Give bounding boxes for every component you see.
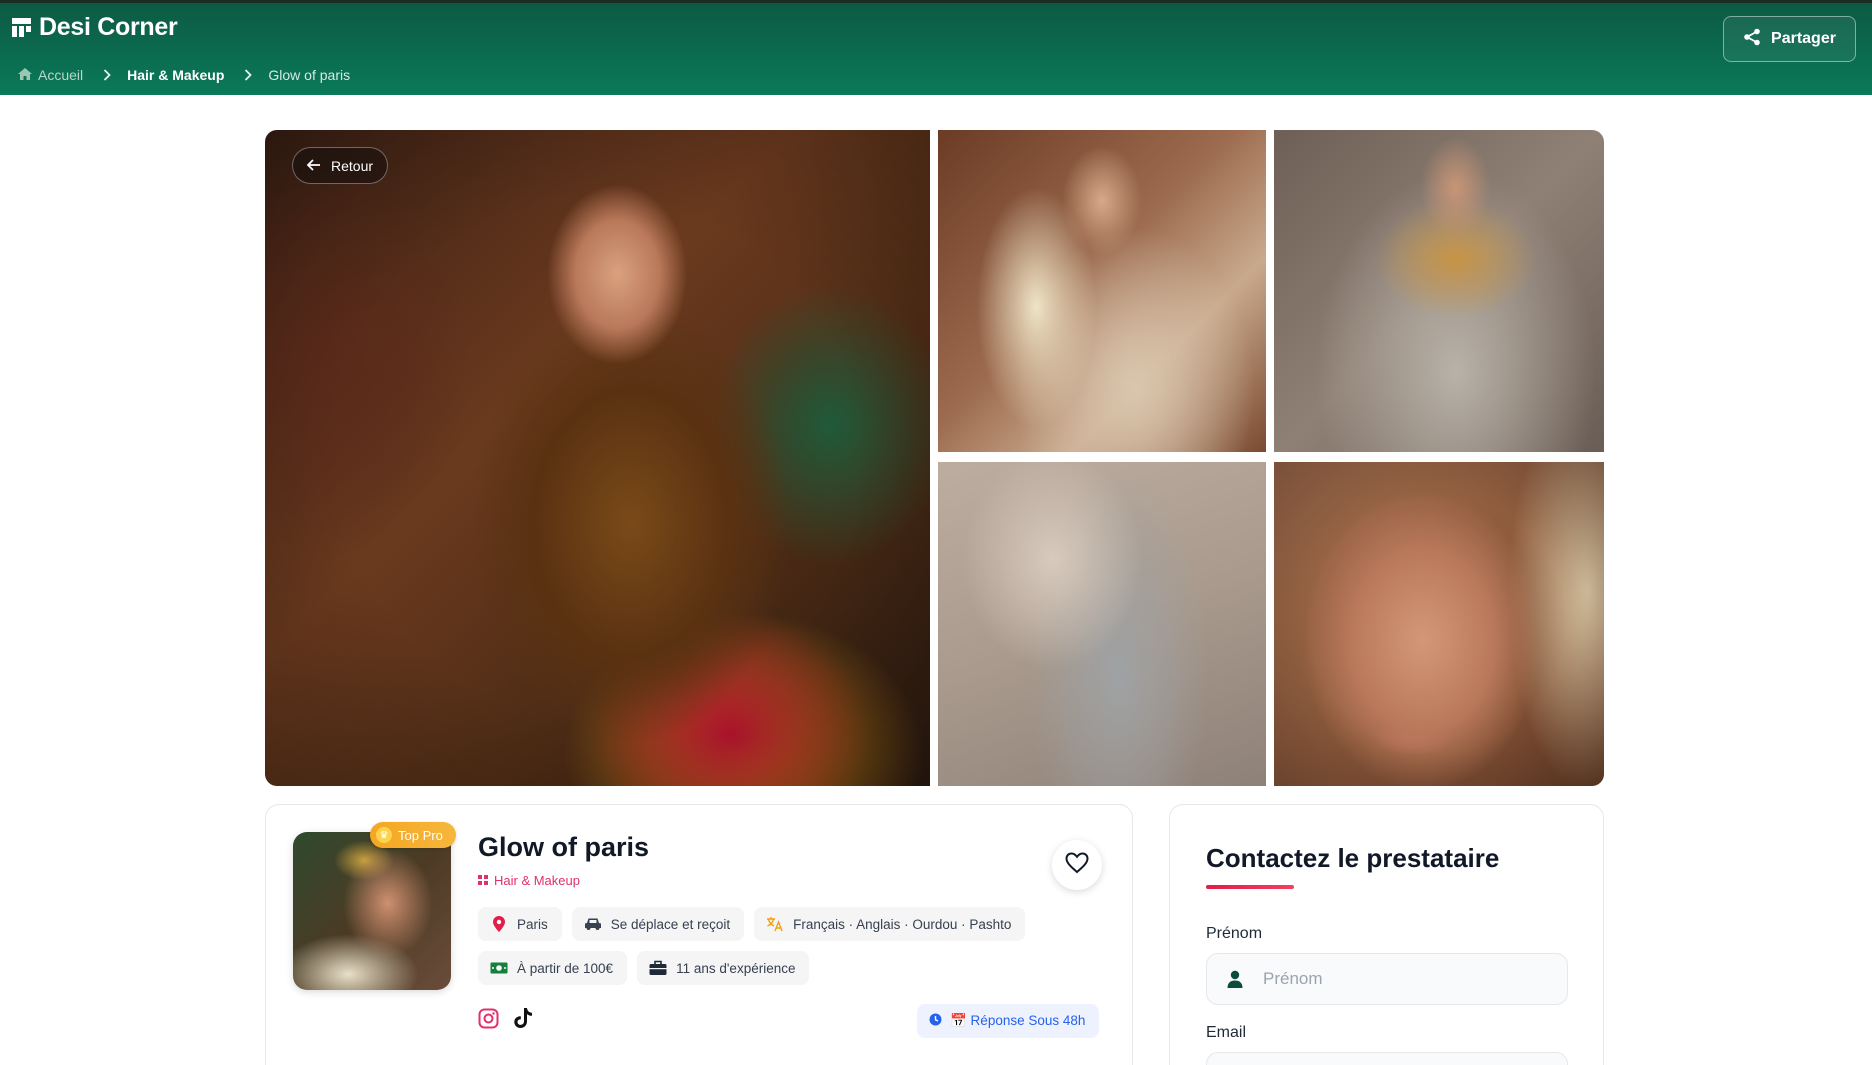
- clock-icon: [929, 1013, 942, 1029]
- travel-chip: Se déplace et reçoit: [571, 907, 745, 941]
- response-time-label: 📅 Réponse Sous 48h: [950, 1013, 1086, 1028]
- first-name-label: Prénom: [1206, 925, 1263, 942]
- heart-icon: [1065, 851, 1089, 879]
- translate-icon: [766, 915, 784, 933]
- vendor-name: Glow of paris: [478, 832, 650, 862]
- share-button[interactable]: Partager: [1723, 16, 1856, 62]
- price-label: À partir de 100€: [517, 960, 614, 976]
- car-icon: [584, 915, 602, 933]
- experience-label: 11 ans d'expérience: [676, 960, 796, 976]
- email-field[interactable]: [1206, 1052, 1568, 1065]
- chevron-right-icon: [103, 69, 111, 81]
- breadcrumb-home-label: Accueil: [38, 67, 84, 83]
- travel-label: Se déplace et reçoit: [610, 916, 731, 932]
- briefcase-icon: [649, 959, 667, 977]
- user-icon: [1225, 969, 1245, 989]
- response-time-badge: 📅 Réponse Sous 48h: [917, 1004, 1100, 1038]
- gallery-photo-5[interactable]: [1274, 462, 1604, 786]
- instagram-icon[interactable]: [478, 1008, 499, 1034]
- back-label: Retour: [331, 157, 374, 174]
- languages-chip: Français · Anglais · Ourdou · Pashto: [754, 907, 1026, 941]
- vendor-category[interactable]: Hair & Makeup: [478, 873, 580, 888]
- back-button[interactable]: Retour: [292, 147, 389, 184]
- contact-title: Contactez le prestataire: [1206, 843, 1500, 873]
- contact-form-card: Contactez le prestataire Prénom Email: [1169, 804, 1604, 1065]
- languages-label: Français · Anglais · Ourdou · Pashto: [793, 916, 1012, 932]
- title-underline: [1206, 885, 1294, 889]
- top-header: Desi Corner Accueil Hair & Makeup Glow o…: [0, 0, 1872, 95]
- map-pin-icon: [490, 915, 508, 933]
- gallery-photo-3[interactable]: [1274, 130, 1604, 452]
- first-name-field[interactable]: [1206, 953, 1568, 1005]
- breadcrumb-category[interactable]: Hair & Makeup: [127, 67, 224, 83]
- location-chip: Paris: [478, 907, 562, 941]
- location-label: Paris: [517, 916, 548, 932]
- vendor-info-chips: Paris Se déplace et reçoit Français · An…: [478, 907, 1098, 985]
- first-name-input[interactable]: [1263, 969, 1543, 989]
- grid-icon: [478, 873, 488, 888]
- gallery-photo-4[interactable]: [938, 462, 1266, 786]
- photo-gallery: Retour: [265, 130, 1604, 786]
- money-icon: [490, 959, 508, 977]
- brand-icon: [12, 18, 31, 37]
- vendor-avatar: [293, 832, 451, 990]
- brand-name: Desi Corner: [39, 13, 178, 41]
- brand-logo[interactable]: Desi Corner: [12, 13, 178, 42]
- top-pro-label: Top Pro: [398, 827, 443, 843]
- gallery-photo-2[interactable]: [938, 130, 1266, 452]
- top-pro-badge: ♛ Top Pro: [370, 822, 456, 848]
- price-chip: À partir de 100€: [478, 951, 628, 985]
- experience-chip: 11 ans d'expérience: [637, 951, 810, 985]
- breadcrumb-home[interactable]: Accueil: [18, 67, 83, 83]
- crown-icon: ♛: [376, 827, 392, 843]
- home-icon: [18, 67, 32, 83]
- email-label: Email: [1206, 1024, 1247, 1041]
- breadcrumb-current: Glow of paris: [268, 67, 351, 83]
- tiktok-icon[interactable]: [513, 1007, 533, 1034]
- gallery-photo-main[interactable]: Retour: [265, 130, 930, 786]
- vendor-profile-card: ♛ Top Pro Glow of paris Hair & Makeup Pa…: [265, 804, 1133, 1065]
- share-label: Partager: [1771, 30, 1836, 47]
- breadcrumb: Accueil Hair & Makeup Glow of paris: [18, 67, 350, 83]
- favorite-button[interactable]: [1052, 840, 1102, 890]
- vendor-category-label: Hair & Makeup: [494, 873, 580, 888]
- social-links: [478, 1007, 533, 1034]
- chevron-right-icon: [244, 69, 253, 81]
- share-icon: [1743, 28, 1761, 51]
- arrow-left-icon: [306, 158, 321, 174]
